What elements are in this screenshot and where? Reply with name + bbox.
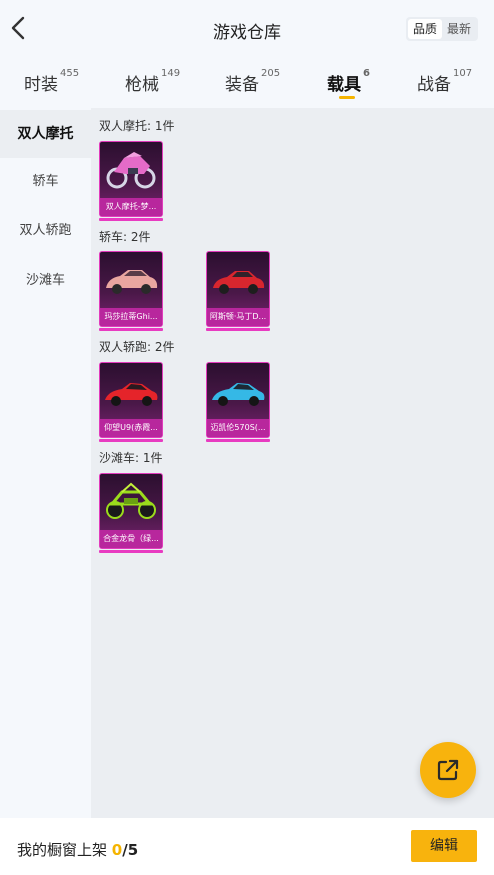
item-name: 玛莎拉蒂Ghi... [100, 308, 162, 326]
section-label: 双人摩托: 1件 [99, 119, 175, 133]
sidebar: 双人摩托 轿车 双人轿跑 沙滩车 [0, 108, 91, 818]
rarity-bar [99, 218, 163, 221]
showcase-label: 我的橱窗上架 [17, 841, 108, 859]
tab-label: 载具 [327, 75, 361, 95]
item-name: 迈凯伦570S(... [207, 419, 269, 437]
item-name: 合金龙骨（绿... [100, 530, 162, 548]
sort-latest-option[interactable]: 最新 [442, 19, 476, 39]
rarity-bar [99, 550, 163, 553]
item-card[interactable]: 双人摩托-梦... [99, 141, 163, 221]
sort-quality-option[interactable]: 品质 [407, 19, 442, 39]
item-name: 阿斯顿·马丁D... [207, 308, 269, 326]
showcase-status: 我的橱窗上架 0/5 [17, 839, 138, 860]
tab-battle-prep[interactable]: 战备107 [417, 68, 473, 95]
tab-label: 战备 [417, 75, 451, 95]
tab-fashion[interactable]: 时装455 [24, 68, 80, 95]
tab-count: 6 [363, 68, 370, 79]
tab-label: 装备 [225, 75, 259, 95]
buggy-icon [106, 482, 156, 519]
sidebar-item-beach-buggy[interactable]: 沙滩车 [0, 257, 91, 305]
section-label: 双人轿跑: 2件 [99, 340, 175, 354]
item-card[interactable]: 迈凯伦570S(... [206, 362, 270, 442]
tab-guns[interactable]: 枪械149 [125, 68, 181, 95]
category-tabs: 时装455 枪械149 装备205 载具6 战备107 [0, 58, 494, 106]
tab-count: 149 [161, 68, 181, 79]
share-button[interactable] [420, 742, 476, 798]
sidebar-item-double-motorcycle[interactable]: 双人摩托 [0, 110, 91, 158]
car-icon [213, 271, 265, 294]
sort-toggle: 品质 最新 [405, 17, 478, 41]
car-icon [106, 270, 158, 294]
tab-label: 时装 [24, 75, 58, 95]
tab-label: 枪械 [125, 75, 159, 95]
item-card[interactable]: 阿斯顿·马丁D... [206, 251, 270, 331]
vehicle-list: 双人摩托: 1件 双人摩托-梦... 轿车: 2件 玛莎拉蒂Ghi... 阿斯顿… [91, 108, 494, 818]
item-card[interactable]: 合金龙骨（绿... [99, 473, 163, 553]
rarity-bar [99, 439, 163, 442]
item-name: 双人摩托-梦... [100, 198, 162, 216]
section-label: 沙滩车: 1件 [99, 451, 163, 465]
bottom-bar: 我的橱窗上架 0/5 编辑 [0, 818, 494, 875]
rarity-bar [206, 439, 270, 442]
item-card[interactable]: 仰望U9(赤霞... [99, 362, 163, 442]
rarity-bar [99, 328, 163, 331]
tab-vehicles[interactable]: 载具6 [327, 68, 370, 95]
tab-count: 107 [453, 68, 473, 79]
item-card[interactable]: 玛莎拉蒂Ghi... [99, 251, 163, 331]
tab-count: 205 [261, 68, 281, 79]
tab-equipment[interactable]: 装备205 [225, 68, 281, 95]
showcase-count: 0 [111, 841, 123, 859]
motorcycle-icon [106, 152, 156, 189]
car-icon [212, 383, 265, 406]
share-icon [437, 759, 459, 781]
car-icon [105, 383, 158, 406]
edit-button[interactable]: 编辑 [411, 830, 477, 862]
section-label: 轿车: 2件 [99, 230, 151, 244]
sidebar-item-double-coupe[interactable]: 双人轿跑 [0, 207, 91, 255]
sidebar-item-sedan[interactable]: 轿车 [0, 158, 91, 206]
showcase-total: /5 [122, 841, 139, 859]
rarity-bar [206, 328, 270, 331]
tab-count: 455 [60, 68, 80, 79]
active-tab-indicator [339, 96, 355, 99]
top-bar: 游戏仓库 品质 最新 [0, 0, 494, 58]
item-name: 仰望U9(赤霞... [100, 419, 162, 437]
